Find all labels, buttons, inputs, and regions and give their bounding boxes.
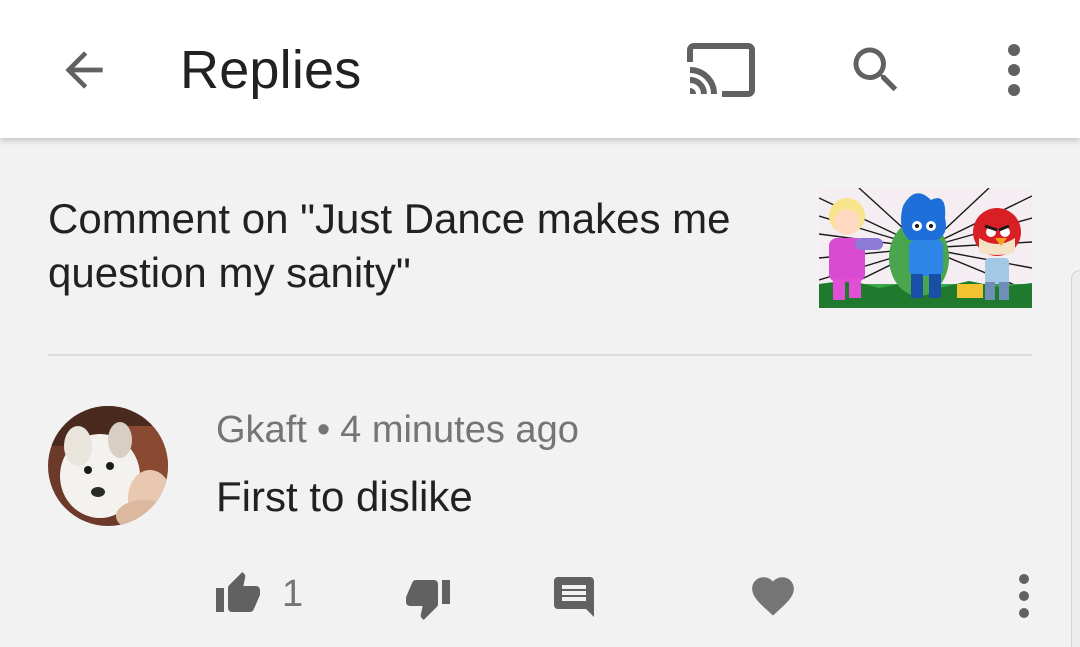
comment-text: First to dislike <box>216 473 473 520</box>
section-divider <box>48 354 1032 356</box>
page-title: Replies <box>180 40 362 100</box>
meta-separator: • <box>316 409 331 451</box>
video-thumbnail-image <box>819 188 1032 308</box>
like-count: 1 <box>282 573 304 615</box>
cast-icon <box>687 43 755 97</box>
thumb-up-icon <box>216 572 260 612</box>
thumb-down-icon <box>406 580 450 620</box>
more-vert-icon <box>1008 44 1020 96</box>
back-arrow-icon <box>65 51 103 89</box>
avatar-image <box>48 406 168 526</box>
cast-button[interactable] <box>678 30 762 110</box>
dislike-button[interactable] <box>404 570 460 626</box>
video-header: Comment on "Just Dance makes me question… <box>48 186 1032 308</box>
more-vert-icon <box>1019 574 1029 618</box>
heart-button[interactable] <box>748 568 804 624</box>
search-icon <box>853 47 898 92</box>
avatar[interactable] <box>48 406 168 526</box>
more-options-button[interactable] <box>974 30 1054 110</box>
comment-meta: Gkaft • 4 minutes ago <box>216 406 579 454</box>
comment-time: 4 minutes ago <box>340 409 579 451</box>
back-button[interactable] <box>44 30 124 110</box>
app-bar: Replies <box>0 0 1080 138</box>
replies-screen: Replies Comment on "Just Dance makes me … <box>0 0 1080 647</box>
heart-icon <box>752 577 794 616</box>
screen-edge <box>1071 270 1080 647</box>
comment-icon <box>554 577 594 617</box>
search-button[interactable] <box>836 30 916 110</box>
like-button[interactable]: 1 <box>214 566 303 622</box>
comment-on-title: Comment on "Just Dance makes me question… <box>48 195 731 296</box>
comment-author[interactable]: Gkaft <box>216 409 307 451</box>
comment-more-button[interactable] <box>996 568 1052 624</box>
reply-button[interactable] <box>550 570 604 624</box>
video-thumbnail[interactable] <box>819 188 1032 308</box>
